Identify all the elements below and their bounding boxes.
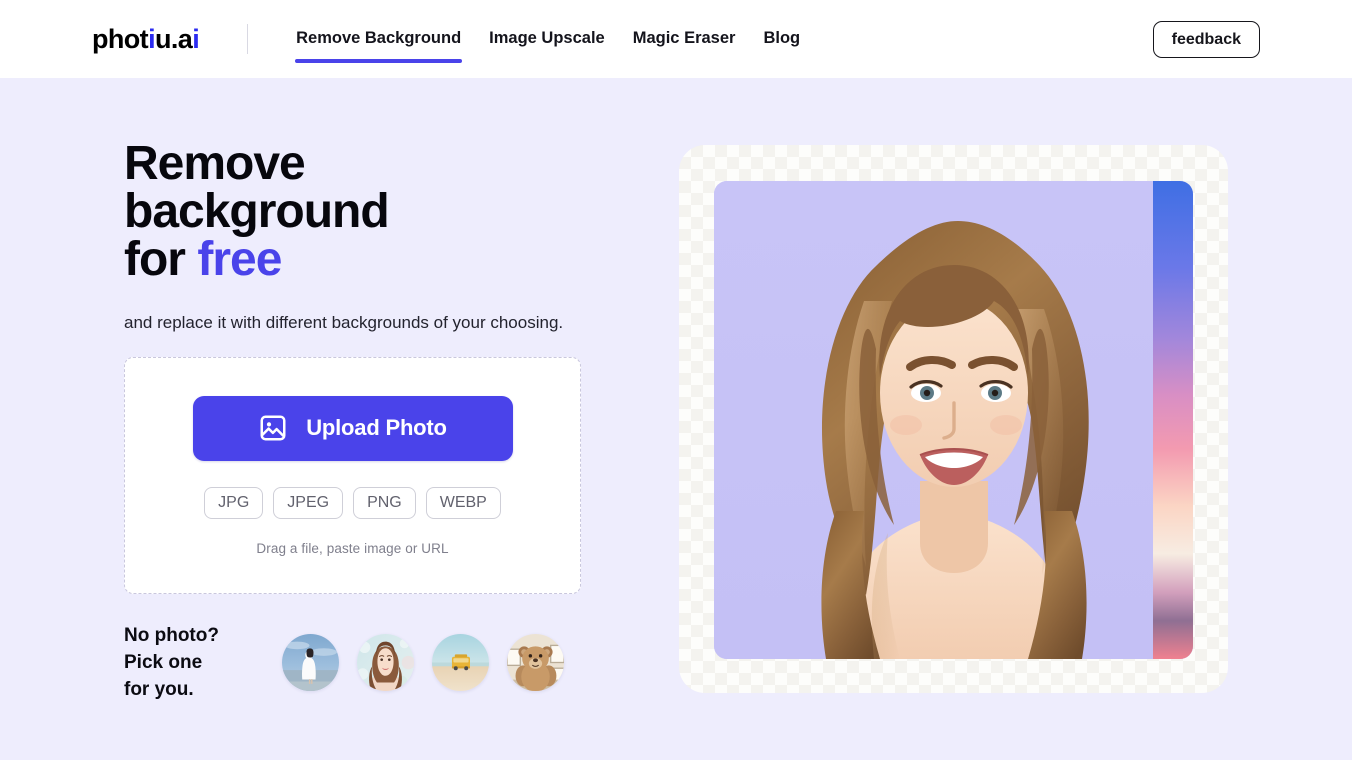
headline-line-3-prefix: for — [124, 233, 198, 286]
preview-image[interactable] — [714, 181, 1193, 659]
sample-photos-section: No photo? Pick one for you. — [124, 622, 594, 703]
upload-photo-button-label: Upload Photo — [306, 415, 447, 440]
preview-card — [679, 145, 1228, 693]
format-pill-jpg: JPG — [204, 486, 264, 519]
logo-text-part1: phot — [92, 23, 149, 54]
nav-item-image-upscale[interactable]: Image Upscale — [488, 25, 606, 53]
upload-dropzone[interactable]: Upload Photo JPG JPEG PNG WEBP Drag a fi… — [124, 357, 581, 594]
sample-thumb-smiling-woman-portrait[interactable] — [357, 634, 414, 691]
upload-photo-button[interactable]: Upload Photo — [192, 395, 513, 461]
page-title: Remove background for free — [124, 140, 594, 284]
sample-thumb-yellow-beach-van[interactable] — [432, 634, 489, 691]
nav-item-remove-background[interactable]: Remove Background — [295, 25, 463, 64]
supported-formats: JPG JPEG PNG WEBP — [204, 486, 501, 519]
feedback-button[interactable]: feedback — [1152, 21, 1260, 58]
site-header: photiu.ai Remove Background Image Upscal… — [0, 0, 1352, 78]
sample-label-line-2: Pick one — [124, 652, 203, 673]
sample-thumbnail-list — [282, 634, 564, 691]
nav-item-label: Blog — [763, 28, 801, 47]
format-pill-webp: WEBP — [425, 486, 501, 519]
headline-accent-free: free — [197, 233, 282, 286]
format-pill-png: PNG — [353, 486, 416, 519]
sample-thumb-teddy-bear[interactable] — [507, 634, 564, 691]
sunset-strip — [1153, 181, 1193, 659]
headline-line-1: Remove — [124, 137, 306, 190]
nav-item-blog[interactable]: Blog — [762, 25, 801, 53]
image-icon — [258, 413, 288, 443]
main-content: Remove background for free and replace i… — [0, 78, 1352, 760]
portrait-illustration — [714, 181, 1193, 659]
logo-text-i2: i — [192, 23, 200, 54]
format-pill-jpeg: JPEG — [273, 486, 344, 519]
logo[interactable]: photiu.ai — [92, 23, 200, 54]
sample-label-line-3: for you. — [124, 679, 194, 700]
nav-item-label: Image Upscale — [489, 28, 605, 47]
logo-text-i1: i — [148, 23, 155, 54]
sample-label-line-1: No photo? — [124, 625, 219, 646]
sample-thumb-woman-white-dress-beach[interactable] — [282, 634, 339, 691]
logo-text-part2: u.a — [154, 23, 193, 54]
sample-photos-label: No photo? Pick one for you. — [124, 622, 282, 703]
nav-item-label: Remove Background — [296, 28, 462, 47]
drag-hint-text: Drag a file, paste image or URL — [256, 540, 449, 556]
header-divider — [247, 24, 249, 54]
hero-subtitle: and replace it with different background… — [124, 313, 564, 332]
nav-item-label: Magic Eraser — [632, 28, 736, 47]
headline-line-2: background — [124, 185, 390, 238]
hero-section: Remove background for free and replace i… — [124, 140, 594, 703]
nav-item-magic-eraser[interactable]: Magic Eraser — [632, 25, 737, 53]
main-navigation: Remove Background Image Upscale Magic Er… — [295, 0, 801, 78]
